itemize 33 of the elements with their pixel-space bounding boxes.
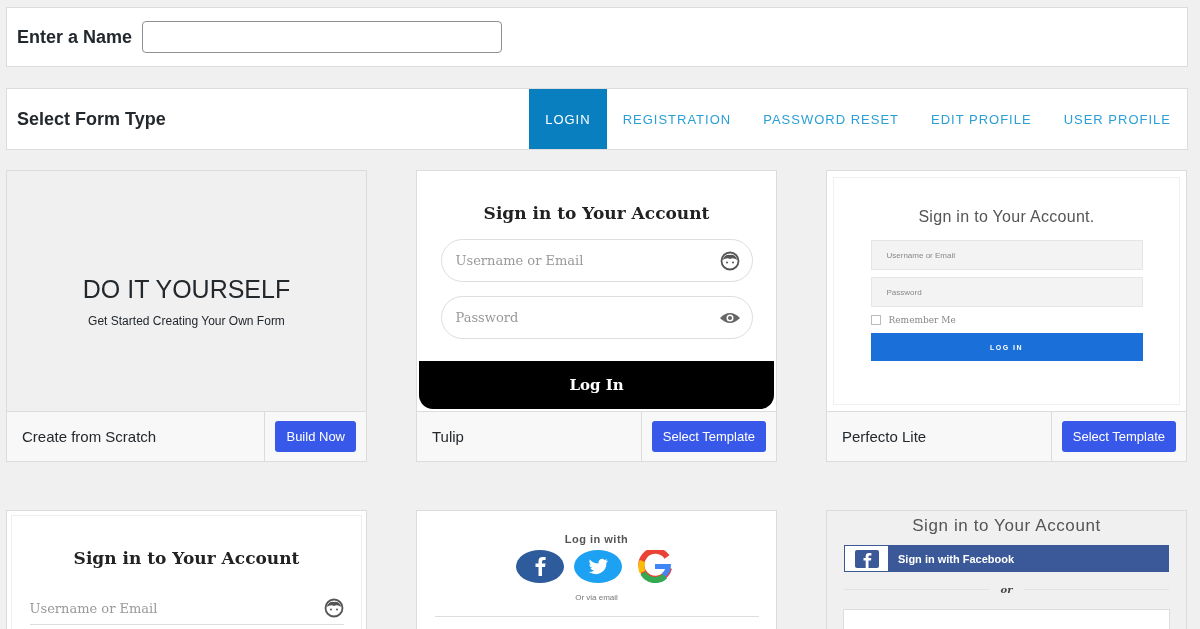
preview-subtitle: Get Started Creating Your Own Form bbox=[88, 314, 285, 328]
template-name: Tulip bbox=[431, 428, 465, 445]
form-type-tab[interactable]: USER PROFILE bbox=[1047, 89, 1187, 149]
template-button[interactable]: Select Template bbox=[1061, 421, 1176, 452]
preview-title: Sign in to Your Account. bbox=[918, 208, 1095, 226]
checkbox-label: Remember Me bbox=[888, 315, 956, 325]
eye-icon bbox=[719, 310, 740, 325]
facebook-icon bbox=[515, 550, 564, 583]
twitter-icon bbox=[573, 550, 622, 583]
form-type-title: Select Form Type bbox=[17, 108, 166, 130]
input-field: Username or Email bbox=[870, 240, 1143, 270]
template-name: Create from Scratch bbox=[21, 428, 158, 445]
form-type-tab[interactable]: EDIT PROFILE bbox=[915, 89, 1048, 149]
input-field: Password bbox=[870, 277, 1143, 307]
divider-text: or bbox=[1000, 584, 1013, 595]
name-label: Enter a Name bbox=[17, 26, 133, 48]
preview-title: Sign in to Your Account bbox=[912, 516, 1101, 536]
input-field: Username or Email bbox=[29, 598, 344, 625]
name-input[interactable] bbox=[142, 21, 503, 53]
preview-note: Or via email bbox=[575, 593, 618, 602]
preview-title: Sign in to Your Account bbox=[73, 548, 300, 568]
form-type-tab[interactable]: PASSWORD RESET bbox=[747, 89, 915, 149]
preview-title: Sign in to Your Account bbox=[483, 203, 710, 223]
template-button[interactable]: Select Template bbox=[651, 421, 766, 452]
form-type-tab[interactable]: LOGIN bbox=[529, 89, 607, 149]
preview-heading: Log in with bbox=[564, 533, 629, 545]
template-name: Perfecto Lite bbox=[841, 428, 928, 445]
template-button[interactable]: Build Now bbox=[275, 421, 356, 452]
preview-title: DO IT YOURSELF bbox=[82, 275, 291, 304]
face-icon bbox=[719, 250, 740, 271]
form-type-tab[interactable]: REGISTRATION bbox=[606, 89, 748, 149]
face-icon bbox=[323, 598, 344, 618]
facebook-icon bbox=[854, 549, 879, 568]
